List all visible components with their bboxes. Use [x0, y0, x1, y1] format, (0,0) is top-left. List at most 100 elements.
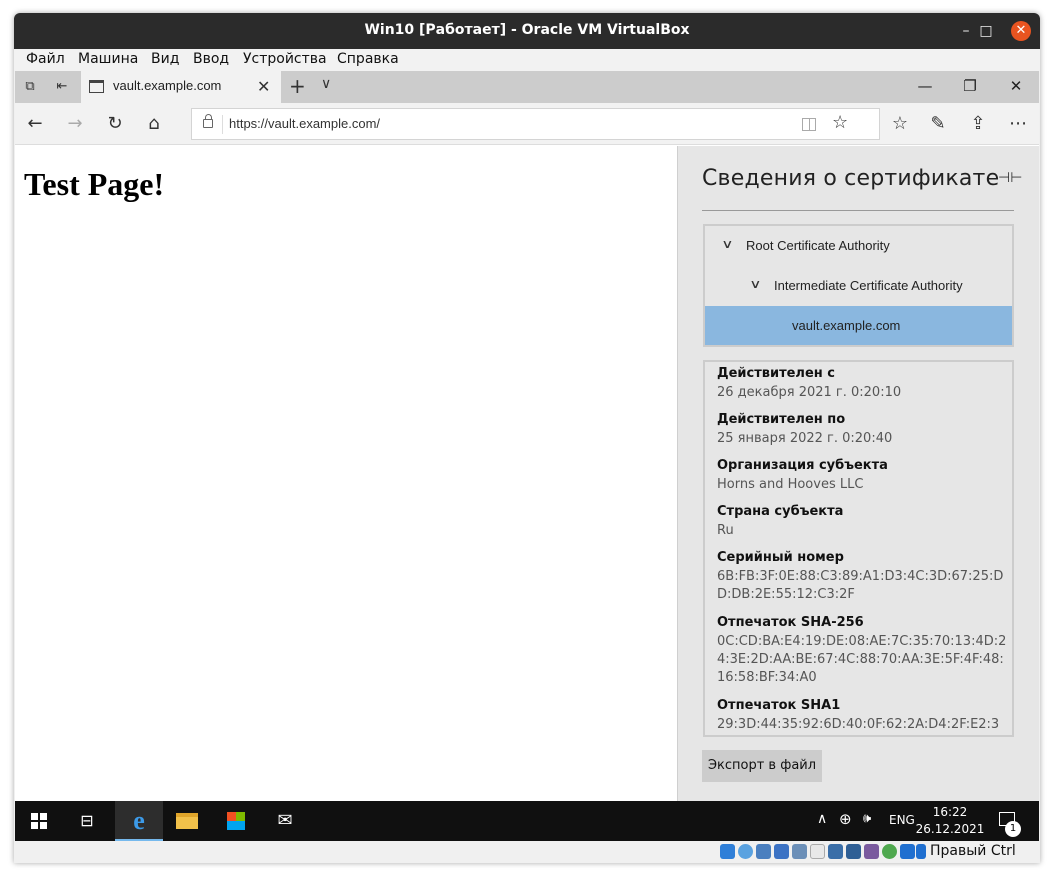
optical-drive-icon[interactable] [738, 844, 753, 859]
windows-taskbar: ⊟ e ✉ ∧ ⊕ 🕪 ENG 16:22 26.12.2021 1 [15, 801, 1039, 841]
vbox-title-bar[interactable]: Win10 [Работает] - Oracle VM VirtualBox … [14, 13, 1040, 49]
host-key-label: Правый Ctrl [930, 843, 1016, 859]
address-toolbar: ← → ↻ ⌂ https://vault.example.com/ ☆ ☆ ✎… [15, 103, 1039, 145]
sha256-value: 0C:CD:BA:E4:19:DE:08:AE:7C:35:70:13:4D:2… [717, 634, 1007, 685]
valid-from-label: Действителен с [717, 366, 835, 381]
valid-to-value: 25 января 2022 г. 0:20:40 [717, 431, 893, 446]
clock-time: 16:22 [932, 805, 968, 819]
chain-intermediate[interactable]: Intermediate Certificate Authority [774, 278, 963, 293]
minimize-icon[interactable]: – [956, 21, 976, 41]
web-page: Test Page! [15, 146, 677, 801]
host-key-arrow-icon[interactable] [900, 844, 915, 859]
subject-org-value: Horns and Hooves LLC [717, 477, 864, 492]
hard-disk-icon[interactable] [720, 844, 735, 859]
edge-icon[interactable]: e [115, 801, 163, 841]
export-to-file-button[interactable]: Экспорт в файл [702, 750, 822, 782]
browser-tab[interactable]: vault.example.com ✕ [81, 71, 281, 103]
usb-icon[interactable] [792, 844, 807, 859]
chain-root[interactable]: Root Certificate Authority [746, 238, 890, 253]
forward-icon[interactable]: → [63, 112, 87, 136]
refresh-icon[interactable]: ↻ [103, 112, 127, 136]
valid-from-value: 26 декабря 2021 г. 0:20:10 [717, 385, 902, 400]
divider [702, 210, 1014, 211]
edge-restore-icon[interactable]: ❐ [960, 77, 980, 95]
page-icon [89, 80, 104, 93]
chevron-down-icon[interactable]: ∨ [749, 277, 761, 291]
address-separator [222, 115, 223, 134]
file-explorer-icon[interactable] [163, 801, 211, 841]
home-icon[interactable]: ⌂ [142, 112, 166, 136]
guest-screen: ⧉ ⇤ vault.example.com ✕ + ∨ — ❐ ✕ ← → ↻ … [15, 71, 1039, 841]
menu-view[interactable]: Вид [151, 51, 179, 67]
volume-icon[interactable]: 🕪 [863, 811, 871, 826]
virtualbox-window: Win10 [Работает] - Oracle VM VirtualBox … [14, 13, 1040, 863]
menu-help[interactable]: Справка [337, 51, 399, 67]
network-icon[interactable]: ⊕ [839, 810, 852, 828]
start-button[interactable] [15, 801, 63, 841]
valid-to-label: Действителен по [717, 412, 846, 427]
audio-icon[interactable] [756, 844, 771, 859]
windows-logo-icon [31, 813, 47, 829]
set-tabs-aside-icon[interactable]: ⇤ [53, 79, 71, 95]
new-tab-icon[interactable]: + [289, 74, 306, 98]
edge-close-icon[interactable]: ✕ [1006, 77, 1026, 95]
serial-value: 6B:FB:3F:0E:88:C3:89:A1:D3:4C:3D:67:25:D… [717, 569, 1004, 602]
certificate-details[interactable]: Действителен с 26 декабря 2021 г. 0:20:1… [703, 360, 1014, 737]
edge-tab-bar: ⧉ ⇤ vault.example.com ✕ + ∨ — ❐ ✕ [15, 71, 1039, 103]
store-icon[interactable] [212, 801, 260, 841]
star-icon[interactable]: ☆ [832, 112, 848, 133]
sha1-value: 29:3D:44:35:92:6D:40:0F:62:2A:D4:2F:E2:3… [717, 717, 1000, 732]
keyboard-capture-icon[interactable] [916, 844, 926, 859]
menu-input[interactable]: Ввод [193, 51, 229, 67]
subject-country-label: Страна субъекта [717, 504, 844, 519]
menu-machine[interactable]: Машина [78, 51, 138, 67]
page-heading: Test Page! [24, 166, 165, 202]
clock-date: 26.12.2021 [915, 822, 985, 836]
more-icon[interactable]: ⋯ [1006, 112, 1030, 136]
chain-leaf: vault.example.com [792, 318, 901, 333]
recording-icon[interactable] [846, 844, 861, 859]
chain-leaf-selected[interactable]: vault.example.com [705, 306, 1012, 345]
serial-label: Серийный номер [717, 550, 844, 565]
menu-file[interactable]: Файл [26, 51, 65, 67]
subject-org-label: Организация субъекта [717, 458, 888, 473]
sha256-label: Отпечаток SHA-256 [717, 615, 864, 630]
mail-icon[interactable]: ✉ [261, 801, 309, 841]
url-text[interactable]: https://vault.example.com/ [229, 116, 380, 131]
clock[interactable]: 16:22 26.12.2021 [915, 804, 985, 838]
chevron-down-icon[interactable]: ∨ [321, 76, 331, 92]
chevron-up-icon[interactable]: ∧ [817, 811, 827, 827]
tab-close-icon[interactable]: ✕ [257, 77, 270, 96]
virtualization-icon[interactable] [864, 844, 879, 859]
pin-icon[interactable]: ⊣⊢ [998, 170, 1022, 186]
edge-minimize-icon[interactable]: — [915, 77, 935, 95]
share-icon[interactable]: ⇪ [966, 112, 990, 136]
close-icon[interactable]: ✕ [1011, 21, 1031, 41]
pen-icon[interactable]: ✎ [926, 112, 950, 136]
sha1-label: Отпечаток SHA1 [717, 698, 841, 713]
reading-view-icon[interactable] [802, 118, 816, 131]
lock-icon[interactable] [203, 114, 213, 128]
certificate-panel-title: Сведения о сертификате [702, 166, 1000, 191]
menu-devices[interactable]: Устройства [243, 51, 327, 67]
notification-badge: 1 [1005, 821, 1021, 837]
tabs-aside-icon[interactable]: ⧉ [21, 79, 39, 95]
mouse-integration-icon[interactable] [882, 844, 897, 859]
vbox-window-title: Win10 [Работает] - Oracle VM VirtualBox [364, 22, 690, 38]
address-bar[interactable]: https://vault.example.com/ ☆ [191, 108, 880, 140]
back-icon[interactable]: ← [23, 112, 47, 136]
task-view-icon[interactable]: ⊟ [63, 801, 111, 841]
certificate-panel: Сведения о сертификате ⊣⊢ ∨ Root Certifi… [677, 146, 1039, 801]
vbox-status-bar: Правый Ctrl [14, 841, 1040, 863]
language-indicator[interactable]: ENG [889, 813, 915, 827]
shared-folders-icon[interactable] [810, 844, 825, 859]
network-adapter-icon[interactable] [774, 844, 789, 859]
favorites-icon[interactable]: ☆ [888, 112, 912, 136]
vbox-menu-bar: Файл Машина Вид Ввод Устройства Справка [14, 49, 1040, 71]
chevron-down-icon[interactable]: ∨ [721, 237, 733, 251]
tab-title: vault.example.com [113, 78, 222, 93]
certificate-chain: ∨ Root Certificate Authority ∨ Intermedi… [703, 224, 1014, 347]
subject-country-value: Ru [717, 523, 734, 538]
display-icon[interactable] [828, 844, 843, 859]
maximize-icon[interactable]: □ [976, 21, 996, 41]
